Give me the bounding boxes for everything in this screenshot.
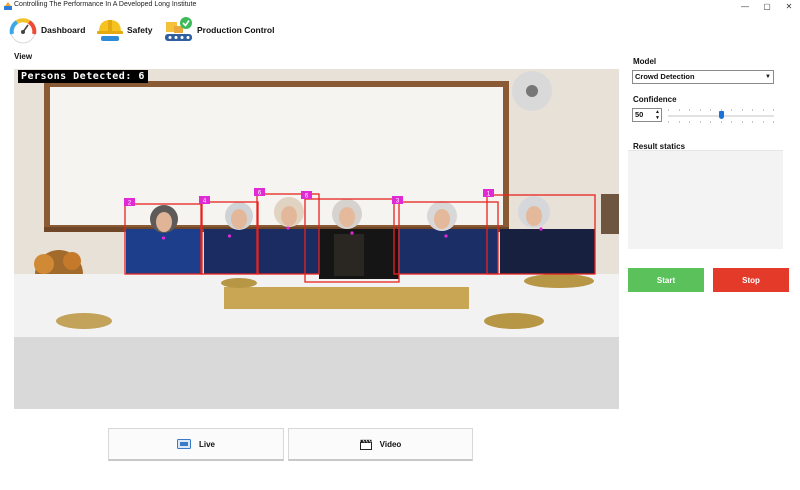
slider-tick bbox=[689, 121, 690, 123]
camera-feed: 246631 Persons Detected: 6 bbox=[14, 69, 619, 409]
slider-tick bbox=[668, 109, 669, 111]
slider-tick bbox=[742, 109, 743, 111]
toolbar-item-label: Production Control bbox=[197, 25, 275, 35]
slider-tick bbox=[752, 121, 753, 123]
toolbar: Dashboard Safety Production Control bbox=[0, 14, 800, 46]
speedometer-icon bbox=[9, 18, 37, 44]
confidence-label: Confidence bbox=[633, 95, 677, 104]
live-button[interactable]: Live bbox=[108, 428, 284, 461]
video-button-label: Video bbox=[379, 439, 402, 449]
confidence-value: 50 bbox=[635, 110, 644, 119]
model-label: Model bbox=[633, 57, 657, 66]
view-label: View bbox=[14, 52, 33, 61]
live-button-label: Live bbox=[198, 439, 215, 449]
slider-tick bbox=[679, 121, 680, 123]
slider-tick bbox=[668, 121, 669, 123]
title-bar: Controlling The Performance In A Develop… bbox=[0, 0, 800, 13]
slider-thumb[interactable] bbox=[718, 111, 724, 119]
close-button[interactable]: ✕ bbox=[778, 0, 800, 13]
slider-tick bbox=[679, 109, 680, 111]
model-select-value: Crowd Detection bbox=[635, 72, 695, 81]
result-statics-panel bbox=[628, 150, 783, 249]
slider-tick bbox=[731, 109, 732, 111]
toolbar-item-production-control[interactable]: Production Control bbox=[164, 14, 274, 46]
detection-center-dot bbox=[539, 227, 543, 231]
slider-tick bbox=[731, 121, 732, 123]
slider-tick bbox=[700, 109, 701, 111]
spin-arrows-icon[interactable]: ▲ ▼ bbox=[655, 109, 660, 121]
live-camera-icon bbox=[176, 439, 191, 449]
detection-center-dot bbox=[350, 231, 354, 235]
slider-tick bbox=[700, 121, 701, 123]
start-button-label: Start bbox=[656, 275, 676, 285]
confidence-slider[interactable] bbox=[668, 108, 774, 124]
persons-detected-overlay: Persons Detected: 6 bbox=[18, 70, 148, 83]
start-button[interactable]: Start bbox=[628, 268, 704, 292]
clapperboard-icon bbox=[359, 439, 372, 450]
chevron-down-icon: ▼ bbox=[765, 74, 771, 80]
stop-button-label: Stop bbox=[742, 275, 760, 285]
production-conveyor-icon bbox=[165, 17, 192, 41]
slider-tick bbox=[710, 121, 711, 123]
slider-tick bbox=[742, 121, 743, 123]
window-title: Controlling The Performance In A Develop… bbox=[14, 1, 197, 8]
video-button[interactable]: Video bbox=[288, 428, 473, 461]
slider-tick bbox=[689, 109, 690, 111]
slider-tick bbox=[773, 121, 774, 123]
confidence-spinbox[interactable]: 50 ▲ ▼ bbox=[632, 108, 662, 122]
slider-tick bbox=[752, 109, 753, 111]
toolbar-item-dashboard[interactable]: Dashboard bbox=[8, 14, 85, 46]
minimize-button[interactable]: — bbox=[734, 0, 756, 13]
slider-tick bbox=[773, 109, 774, 111]
safety-helmet-icon bbox=[97, 20, 123, 41]
toolbar-item-label: Safety bbox=[127, 25, 153, 35]
slider-tick bbox=[763, 109, 764, 111]
detection-center-dot bbox=[161, 236, 166, 240]
toolbar-item-label: Dashboard bbox=[41, 25, 86, 35]
detection-frame: 2 46 631 bbox=[14, 69, 619, 409]
model-select[interactable]: Crowd Detection ▼ bbox=[632, 70, 774, 84]
toolbar-item-safety[interactable]: Safety bbox=[96, 14, 153, 46]
detection-center-dot bbox=[444, 234, 448, 238]
detection-center-dot bbox=[227, 234, 232, 238]
slider-tick bbox=[710, 109, 711, 111]
maximize-button[interactable]: ▢ bbox=[756, 0, 778, 13]
detection-center-dot bbox=[286, 226, 290, 230]
stop-button[interactable]: Stop bbox=[713, 268, 789, 292]
slider-tick bbox=[721, 121, 722, 123]
app-icon bbox=[4, 2, 12, 10]
slider-tick bbox=[721, 109, 722, 111]
slider-tick bbox=[763, 121, 764, 123]
